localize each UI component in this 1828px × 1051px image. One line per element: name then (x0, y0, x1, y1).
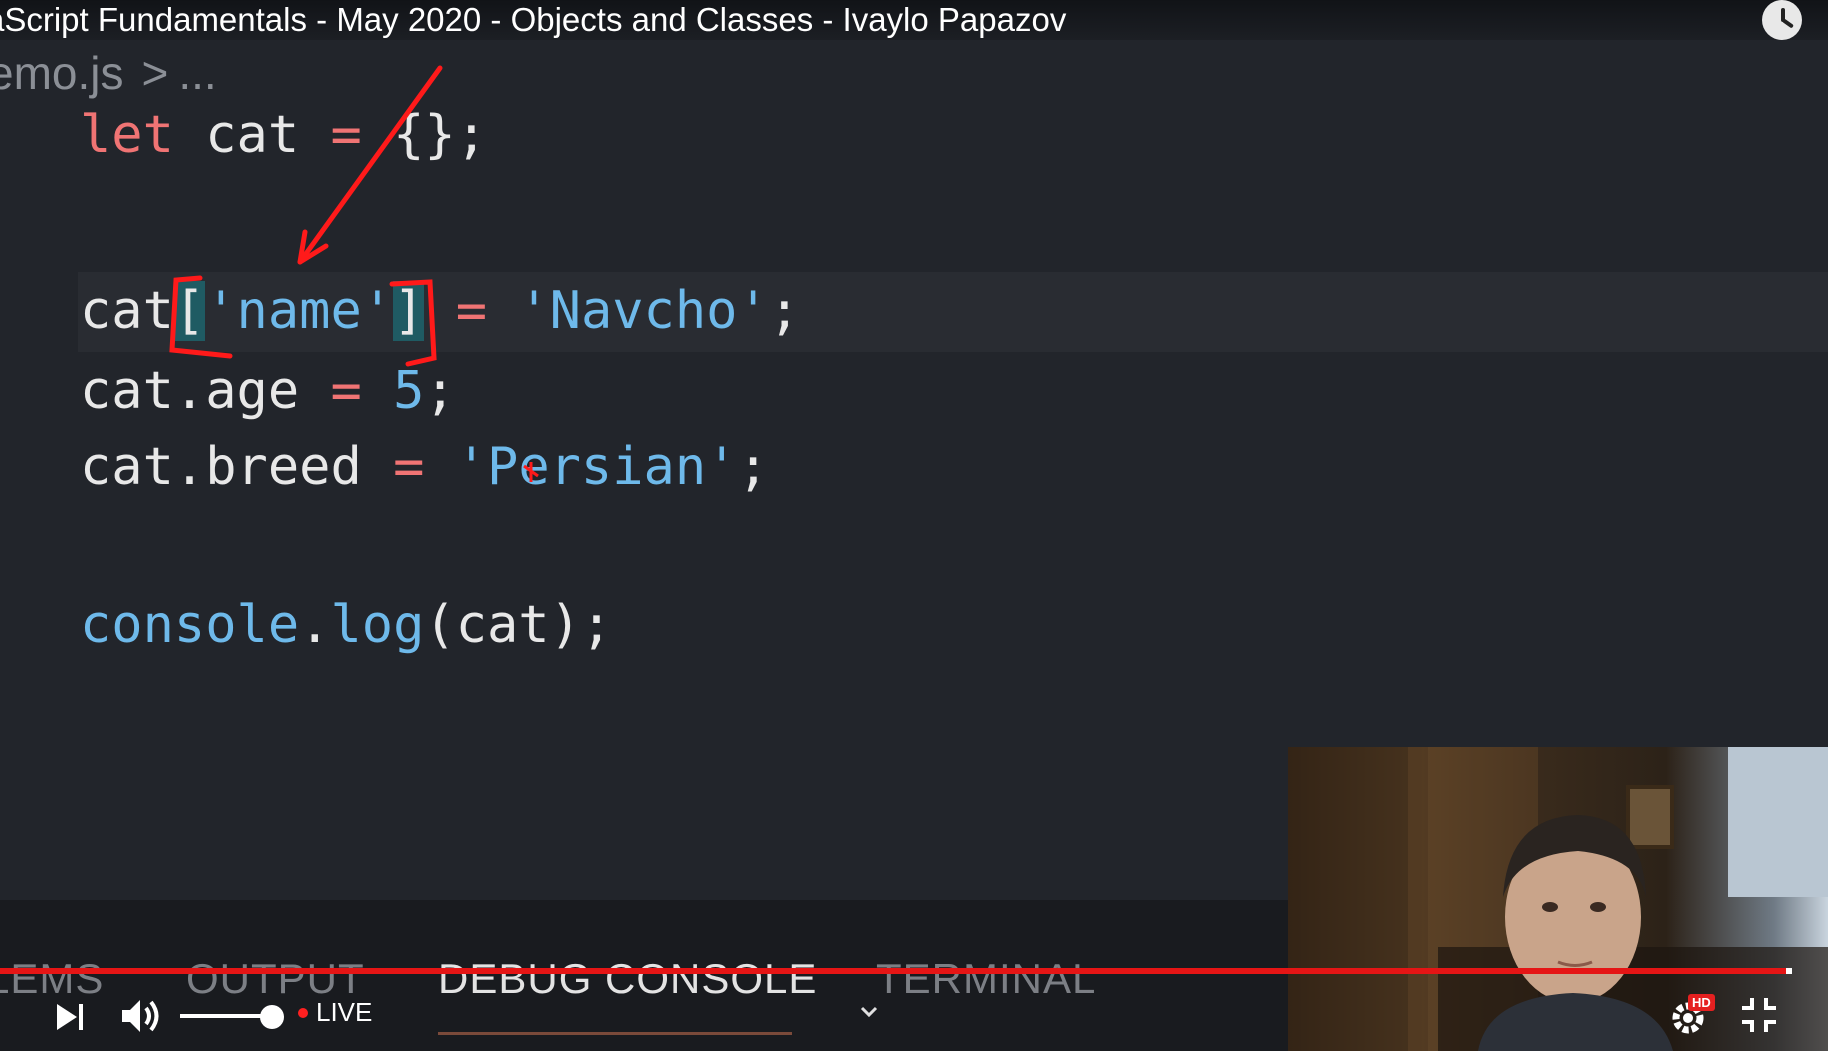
breadcrumb-separator: > (141, 47, 169, 99)
progress-bar[interactable] (0, 968, 1790, 974)
volume-icon[interactable] (120, 996, 164, 1036)
semicolon: ; (737, 437, 769, 497)
dot: . (299, 595, 331, 655)
next-icon[interactable] (55, 1002, 85, 1032)
breadcrumb-more[interactable]: ... (178, 47, 216, 99)
hd-badge: HD (1688, 994, 1715, 1011)
number-5: 5 (393, 361, 425, 421)
bracket-close: ] (393, 281, 425, 341)
video-title-bar: aScript Fundamentals - May 2020 - Object… (0, 0, 1828, 40)
player-controls: LIVE HD (0, 990, 1828, 1040)
semicolon: ; (768, 281, 801, 341)
member-age: cat.age (80, 361, 331, 421)
progress-scrubber[interactable] (1786, 968, 1792, 974)
breadcrumb: emo.js >... (0, 46, 217, 100)
code-line-2: cat['name'] = 'Navcho'; (80, 276, 800, 346)
exit-fullscreen-icon[interactable] (1740, 996, 1778, 1034)
identifier-cat: cat (173, 105, 331, 165)
volume-slider-knob[interactable] (260, 1005, 284, 1029)
semicolon: ; (424, 361, 456, 421)
operator-assign: = (455, 281, 488, 341)
live-dot (298, 1007, 308, 1018)
identifier-console: console (80, 595, 300, 655)
chevron-down-icon[interactable] (858, 1000, 880, 1022)
call-args: (cat); (424, 595, 613, 655)
operator-assign: = (393, 437, 425, 497)
live-indicator[interactable]: LIVE (298, 997, 372, 1028)
operator-assign: = (330, 105, 362, 165)
keyword-let: let (80, 105, 174, 165)
code-line-3: cat.age = 5; (80, 356, 456, 426)
bracket-open: [ (173, 281, 206, 341)
code-line-5: console.log(cat); (80, 590, 612, 660)
member-breed: cat.breed (80, 437, 394, 497)
object-literal: {}; (361, 105, 488, 165)
operator-assign: = (330, 361, 362, 421)
code-line-1: let cat = {}; (80, 100, 487, 170)
live-label: LIVE (316, 997, 373, 1027)
method-log: log (330, 595, 425, 655)
clock-icon[interactable] (1762, 0, 1802, 40)
identifier-cat: cat (80, 281, 174, 341)
code-line-4: cat.breed = 'Persian'; (80, 432, 769, 502)
string-persian: 'Persian' (455, 437, 738, 497)
video-title: aScript Fundamentals - May 2020 - Object… (0, 1, 1067, 38)
breadcrumb-file[interactable]: emo.js (0, 47, 123, 99)
string-key-name: 'name' (205, 281, 394, 341)
string-navcho: 'Navcho' (518, 281, 769, 341)
